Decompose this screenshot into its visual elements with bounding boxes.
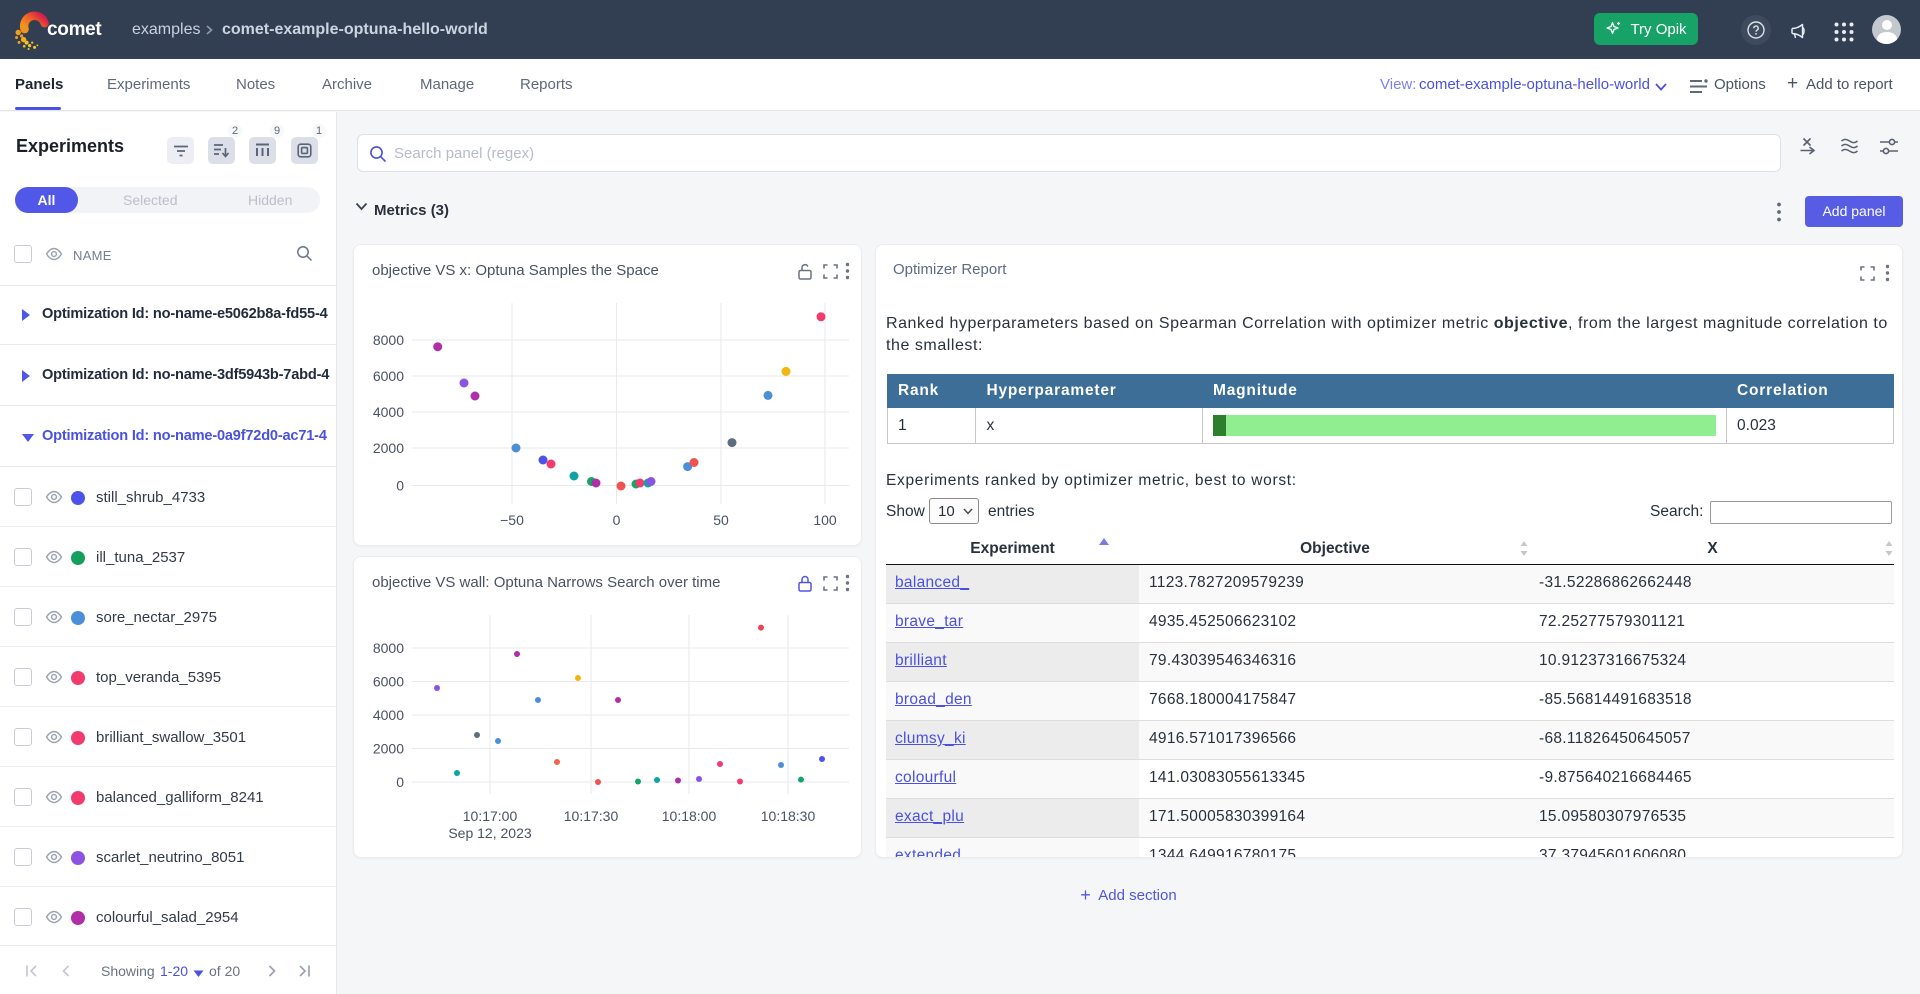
svg-text:10:18:00: 10:18:00: [662, 808, 717, 824]
svg-text:6000: 6000: [373, 368, 404, 384]
svg-text:0: 0: [613, 512, 621, 528]
svg-text:8000: 8000: [373, 332, 404, 348]
svg-text:10:17:30: 10:17:30: [564, 808, 619, 824]
svg-text:4000: 4000: [373, 404, 404, 420]
svg-text:4000: 4000: [373, 707, 404, 723]
svg-text:0: 0: [396, 774, 404, 790]
svg-text:Sep 12, 2023: Sep 12, 2023: [448, 825, 532, 841]
svg-text:10:17:00: 10:17:00: [463, 808, 518, 824]
svg-text:10:18:30: 10:18:30: [761, 808, 816, 824]
svg-text:2000: 2000: [373, 440, 404, 456]
svg-text:50: 50: [713, 512, 729, 528]
svg-text:2000: 2000: [373, 741, 404, 757]
svg-text:−50: −50: [500, 512, 524, 528]
svg-text:100: 100: [813, 512, 837, 528]
svg-text:0: 0: [396, 478, 404, 494]
svg-text:8000: 8000: [373, 640, 404, 656]
svg-text:6000: 6000: [373, 674, 404, 690]
